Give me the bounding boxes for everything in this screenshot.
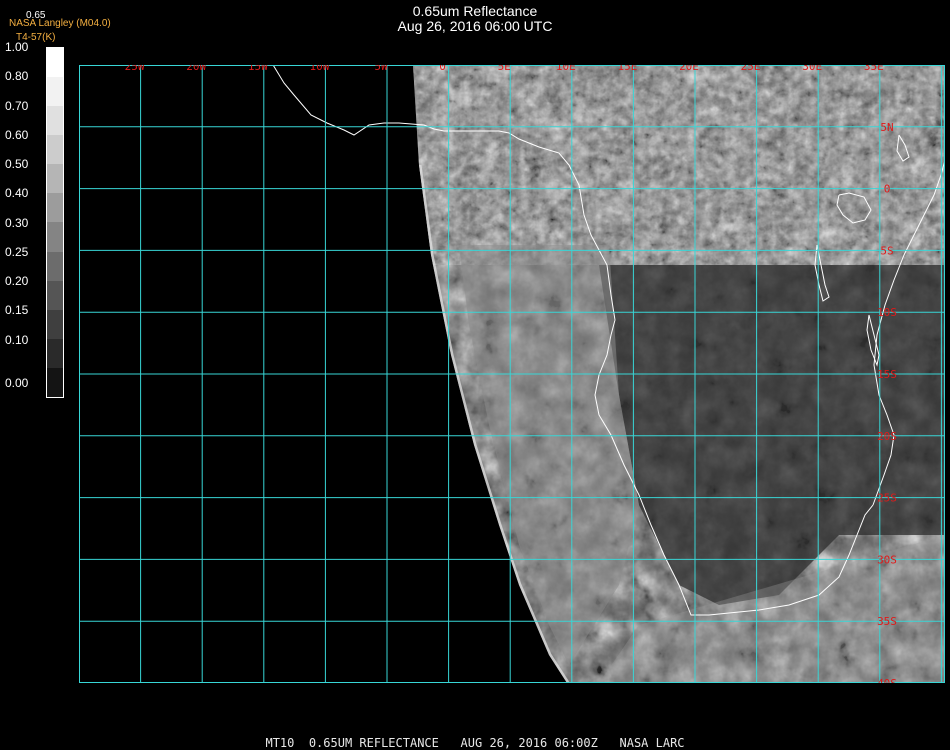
colorbar-tick-label: 0.50 xyxy=(5,157,29,171)
colorbar-segment xyxy=(47,135,63,165)
longitude-label: 10W xyxy=(309,65,329,73)
colorbar-tick-label: 0.30 xyxy=(5,215,29,230)
colorbar-segment xyxy=(47,222,63,252)
colorbar-tick-label: 0.15 xyxy=(5,303,29,318)
longitude-label: 20W xyxy=(186,65,206,73)
colorbar-tick-label: 0.25 xyxy=(5,244,29,259)
longitude-label: 30E xyxy=(802,65,822,73)
colorbar-segment xyxy=(47,280,63,310)
longitude-label: 5E xyxy=(498,65,511,73)
colorbar-tick-label: 0.80 xyxy=(5,69,29,84)
colorbar-tick-label: 0.40 xyxy=(5,186,29,201)
colorbar-segment xyxy=(47,251,63,281)
longitude-label: 25E xyxy=(741,65,761,73)
map-panel: 25W 20W 15W 10W 5W 0 5E 10E 15E 20E 25E 30E 35E 5N 0 5S… xyxy=(79,65,945,683)
latitude-label: 5N xyxy=(880,121,893,134)
colorbar-tick-label: 0.00 xyxy=(5,376,29,391)
latitude-label: 40S xyxy=(877,677,897,683)
longitude-label: 15E xyxy=(617,65,637,73)
colorbar-tick-label: 0.20 xyxy=(5,274,29,288)
colorbar-tick-label: 0.60 xyxy=(5,127,29,142)
latitude-label: 15S xyxy=(877,368,897,381)
footer-caption: MT10 0.65UM REFLECTANCE AUG 26, 2016 06:… xyxy=(265,736,685,750)
image-title: 0.65um Reflectance xyxy=(412,3,538,19)
image-timestamp: Aug 26, 2016 06:00 UTC xyxy=(397,18,553,34)
colorbar-segment xyxy=(47,367,63,397)
longitude-label: 5W xyxy=(374,65,388,73)
colorbar xyxy=(46,47,64,398)
latitude-label: 10S xyxy=(877,306,897,319)
map-svg: 25W 20W 15W 10W 5W 0 5E 10E 15E 20E 25E 30E 35E 5N 0 5S… xyxy=(79,65,945,683)
latitude-label: 5S xyxy=(880,244,893,257)
colorbar-segment xyxy=(47,338,63,368)
colorbar-segment xyxy=(47,164,63,194)
colorbar-segment xyxy=(47,77,63,107)
latitude-label: 25S xyxy=(877,492,897,505)
colorbar-tick-label: 1.00 xyxy=(5,40,29,54)
latitude-label: 30S xyxy=(877,553,897,566)
satellite-image-view: 0.65um Reflectance Aug 26, 2016 06:00 UT… xyxy=(0,0,950,750)
latitude-label: 20S xyxy=(877,430,897,443)
colorbar-segment xyxy=(47,309,63,339)
colorbar-segment xyxy=(47,48,63,78)
colorbar-segment xyxy=(47,106,63,136)
longitude-label: 10E xyxy=(556,65,576,73)
credit-organization: NASA Langley (M04.0) xyxy=(9,18,111,29)
longitude-label: 35E xyxy=(864,65,884,73)
latitude-label: 0 xyxy=(884,183,891,196)
longitude-label: 25W xyxy=(125,65,145,73)
colorbar-segment xyxy=(47,193,63,223)
longitude-label: 0 xyxy=(439,65,446,73)
colorbar-tick-label: 0.10 xyxy=(5,332,29,347)
colorbar-tick-label: 0.70 xyxy=(5,98,29,113)
longitude-label: 15W xyxy=(248,65,268,73)
longitude-label: 20E xyxy=(679,65,699,73)
latitude-label: 35S xyxy=(877,615,897,628)
